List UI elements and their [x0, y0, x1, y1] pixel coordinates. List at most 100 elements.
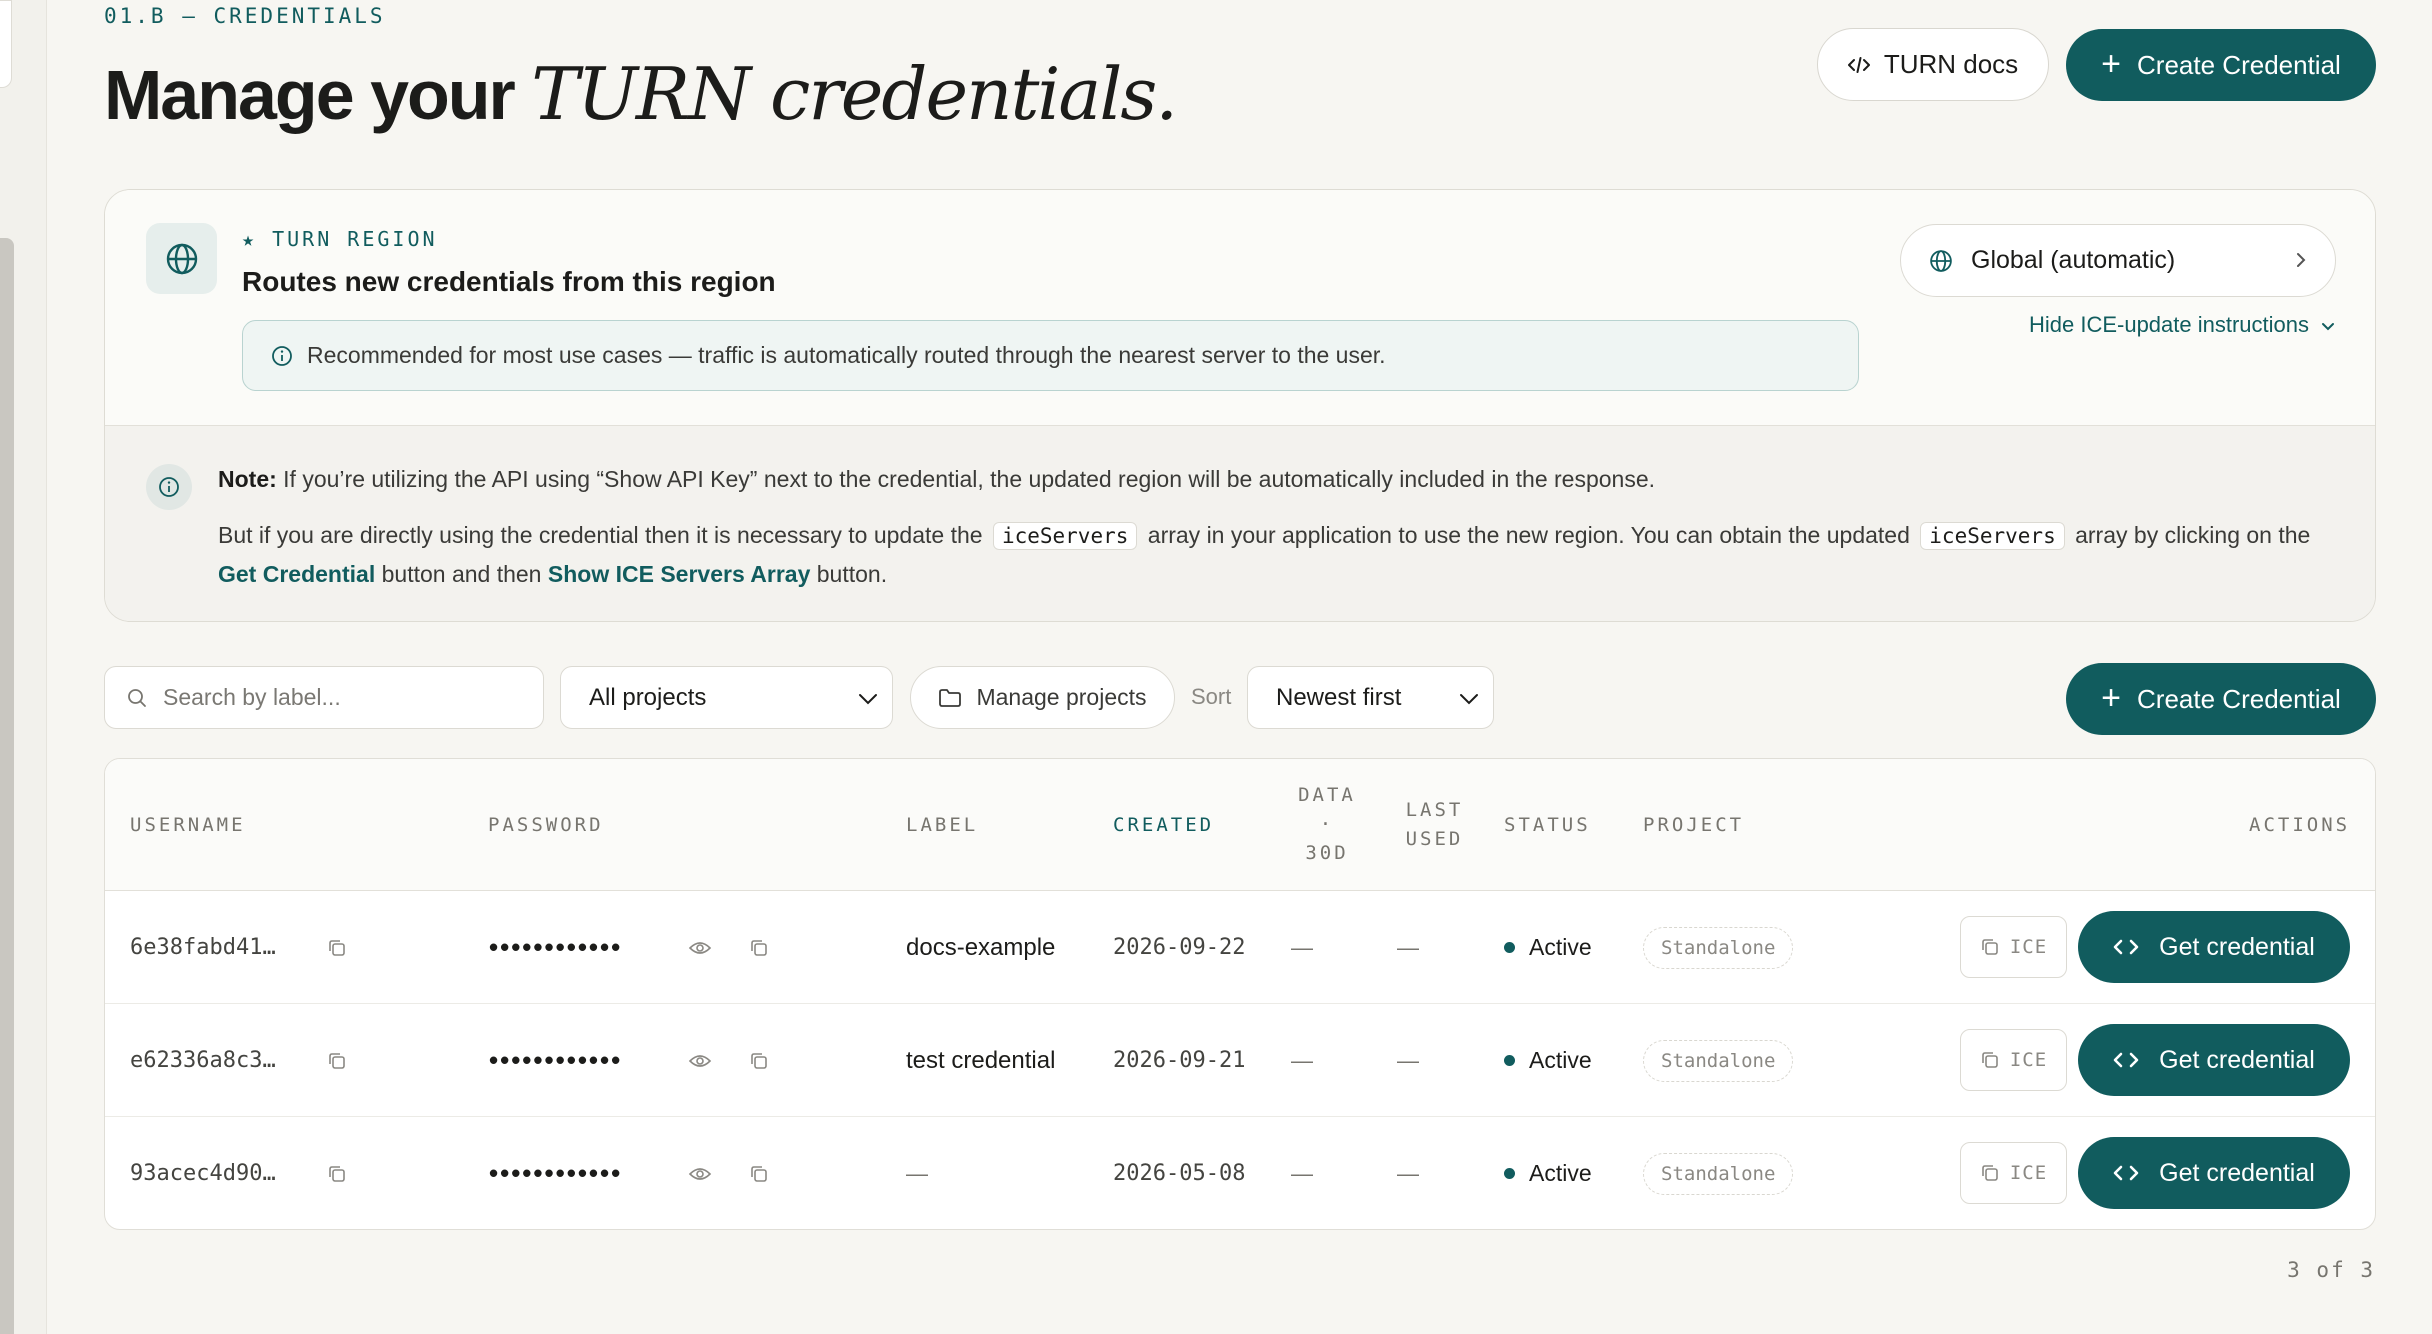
sort-label: Sort [1191, 684, 1232, 709]
username-cell: e62336a8c3… [130, 1048, 276, 1073]
eye-icon [688, 1167, 712, 1180]
sort-value: Newest first [1276, 683, 1402, 711]
column-header-created[interactable]: CREATED [1113, 811, 1214, 840]
column-header-last-used-line1: LAST [1405, 799, 1464, 821]
page-title-plain: Manage your [104, 56, 516, 134]
copy-icon [751, 1165, 767, 1182]
column-header-data[interactable]: DATA · 30D [1291, 781, 1363, 868]
globe-icon [1929, 249, 1953, 273]
region-top-section: ★ TURN REGION Routes new credentials fro… [105, 190, 2375, 426]
project-cell: Standalone [1643, 891, 1794, 1004]
copy-password-button[interactable] [749, 1117, 769, 1229]
create-credential-button[interactable]: + Create Credential [2066, 29, 2376, 101]
region-selected-value: Global (automatic) [1971, 246, 2176, 274]
scrollbar[interactable] [0, 238, 14, 1334]
note2-text-e: button. [816, 561, 888, 587]
last-used-cell: — [1397, 1047, 1419, 1073]
reveal-password-button[interactable] [688, 1117, 712, 1229]
column-header-label[interactable]: LABEL [906, 811, 978, 840]
status-text: Active [1529, 1047, 1592, 1073]
data-cell: — [1291, 1047, 1313, 1073]
eye-icon [688, 941, 712, 954]
label-cell: docs-example [906, 933, 1056, 961]
column-header-actions: ACTIONS [2249, 814, 2351, 836]
created-cell: 2026-09-21 [1113, 1048, 1246, 1073]
ice-button[interactable]: ICE [1960, 1029, 2067, 1091]
ice-button[interactable]: ICE [1960, 1142, 2067, 1204]
page-title-italic: TURN credentials. [531, 52, 1178, 136]
created-cell: 2026-05-08 [1113, 1161, 1246, 1186]
recommendation-box: Recommended for most use cases — traffic… [242, 320, 1859, 391]
label-cell: — [906, 1160, 928, 1186]
ice-servers-code: iceServers [1920, 522, 2065, 550]
get-credential-label: Get credential [2159, 1045, 2315, 1074]
ice-button[interactable]: ICE [1960, 916, 2067, 978]
copy-icon [329, 1052, 345, 1069]
column-header-status[interactable]: STATUS [1504, 811, 1591, 840]
get-credential-button[interactable]: Get credential [2078, 1137, 2350, 1209]
create-credential-button-toolbar[interactable]: + Create Credential [2066, 663, 2376, 735]
username-cell: 93acec4d90… [130, 1161, 276, 1186]
info-icon [146, 464, 192, 510]
copy-icon [751, 1052, 767, 1069]
create-credential-label: Create Credential [2137, 49, 2341, 80]
plus-icon: + [2101, 678, 2122, 717]
ice-label: ICE [2009, 936, 2048, 958]
sort-select[interactable]: Newest first [1247, 666, 1494, 729]
project-filter-value: All projects [589, 683, 707, 711]
code-icon [1847, 56, 1870, 74]
status-cell: Active [1504, 1004, 1592, 1117]
get-credential-label: Get credential [2159, 1158, 2315, 1187]
search-icon [127, 688, 147, 708]
column-header-data-line3: 30D [1305, 842, 1349, 864]
credentials-table: USERNAME PASSWORD LABEL CREATED DATA · 3… [104, 758, 2376, 1230]
reveal-password-button[interactable] [688, 891, 712, 1004]
table-row: 93acec4d90… •••••••••••• — 2026-05-08 — … [105, 1117, 2375, 1229]
show-ice-servers-link[interactable]: Show ICE Servers Array [548, 561, 811, 587]
project-filter-select[interactable]: All projects [560, 666, 893, 729]
copy-username-button[interactable] [327, 891, 347, 1004]
search-box[interactable] [104, 666, 544, 729]
copy-username-button[interactable] [327, 1004, 347, 1117]
create-credential-label: Create Credential [2137, 683, 2341, 714]
password-masked: •••••••••••• [489, 1045, 623, 1075]
get-credential-link[interactable]: Get Credential [218, 561, 375, 587]
reveal-password-button[interactable] [688, 1004, 712, 1117]
column-header-username[interactable]: USERNAME [130, 811, 246, 840]
column-header-project[interactable]: PROJECT [1643, 811, 1744, 840]
copy-username-button[interactable] [327, 1117, 347, 1229]
note2-text-b: array in your application to use the new… [1147, 522, 1910, 548]
region-selector[interactable]: Global (automatic) [1900, 224, 2336, 297]
get-credential-button[interactable]: Get credential [2078, 911, 2350, 983]
project-badge[interactable]: Standalone [1643, 1039, 1794, 1082]
region-heading: Routes new credentials from this region [242, 266, 776, 297]
globe-icon [146, 223, 217, 294]
note2-text-c: array by clicking on the [2075, 522, 2311, 548]
turn-docs-button[interactable]: TURN docs [1817, 28, 2049, 101]
recommendation-text: Recommended for most use cases — traffic… [307, 342, 1386, 368]
project-badge[interactable]: Standalone [1643, 926, 1794, 969]
get-credential-button[interactable]: Get credential [2078, 1024, 2350, 1096]
copy-icon [329, 939, 345, 956]
copy-password-button[interactable] [749, 1004, 769, 1117]
copy-password-button[interactable] [749, 891, 769, 1004]
hide-ice-instructions-link[interactable]: Hide ICE-update instructions [2029, 312, 2335, 338]
manage-projects-button[interactable]: Manage projects [910, 666, 1175, 729]
search-input[interactable] [163, 684, 523, 711]
ice-servers-code: iceServers [992, 522, 1138, 550]
column-header-password: PASSWORD [488, 814, 604, 836]
label-cell: test credential [906, 1046, 1056, 1074]
section-eyebrow: 01.B — CREDENTIALS [104, 4, 386, 28]
plus-icon: + [2101, 44, 2122, 83]
column-header-last-used[interactable]: LAST USED [1397, 796, 1472, 854]
copy-icon [1982, 1052, 1998, 1068]
eye-icon [688, 1054, 712, 1067]
hide-ice-instructions-label: Hide ICE-update instructions [2028, 312, 2309, 337]
chevron-down-icon [2321, 312, 2335, 338]
get-credential-label: Get credential [2159, 932, 2315, 961]
data-cell: — [1291, 1160, 1313, 1186]
turn-docs-label: TURN docs [1883, 49, 2019, 79]
status-dot [1504, 1055, 1515, 1066]
project-badge[interactable]: Standalone [1643, 1152, 1794, 1195]
status-dot [1504, 942, 1515, 953]
